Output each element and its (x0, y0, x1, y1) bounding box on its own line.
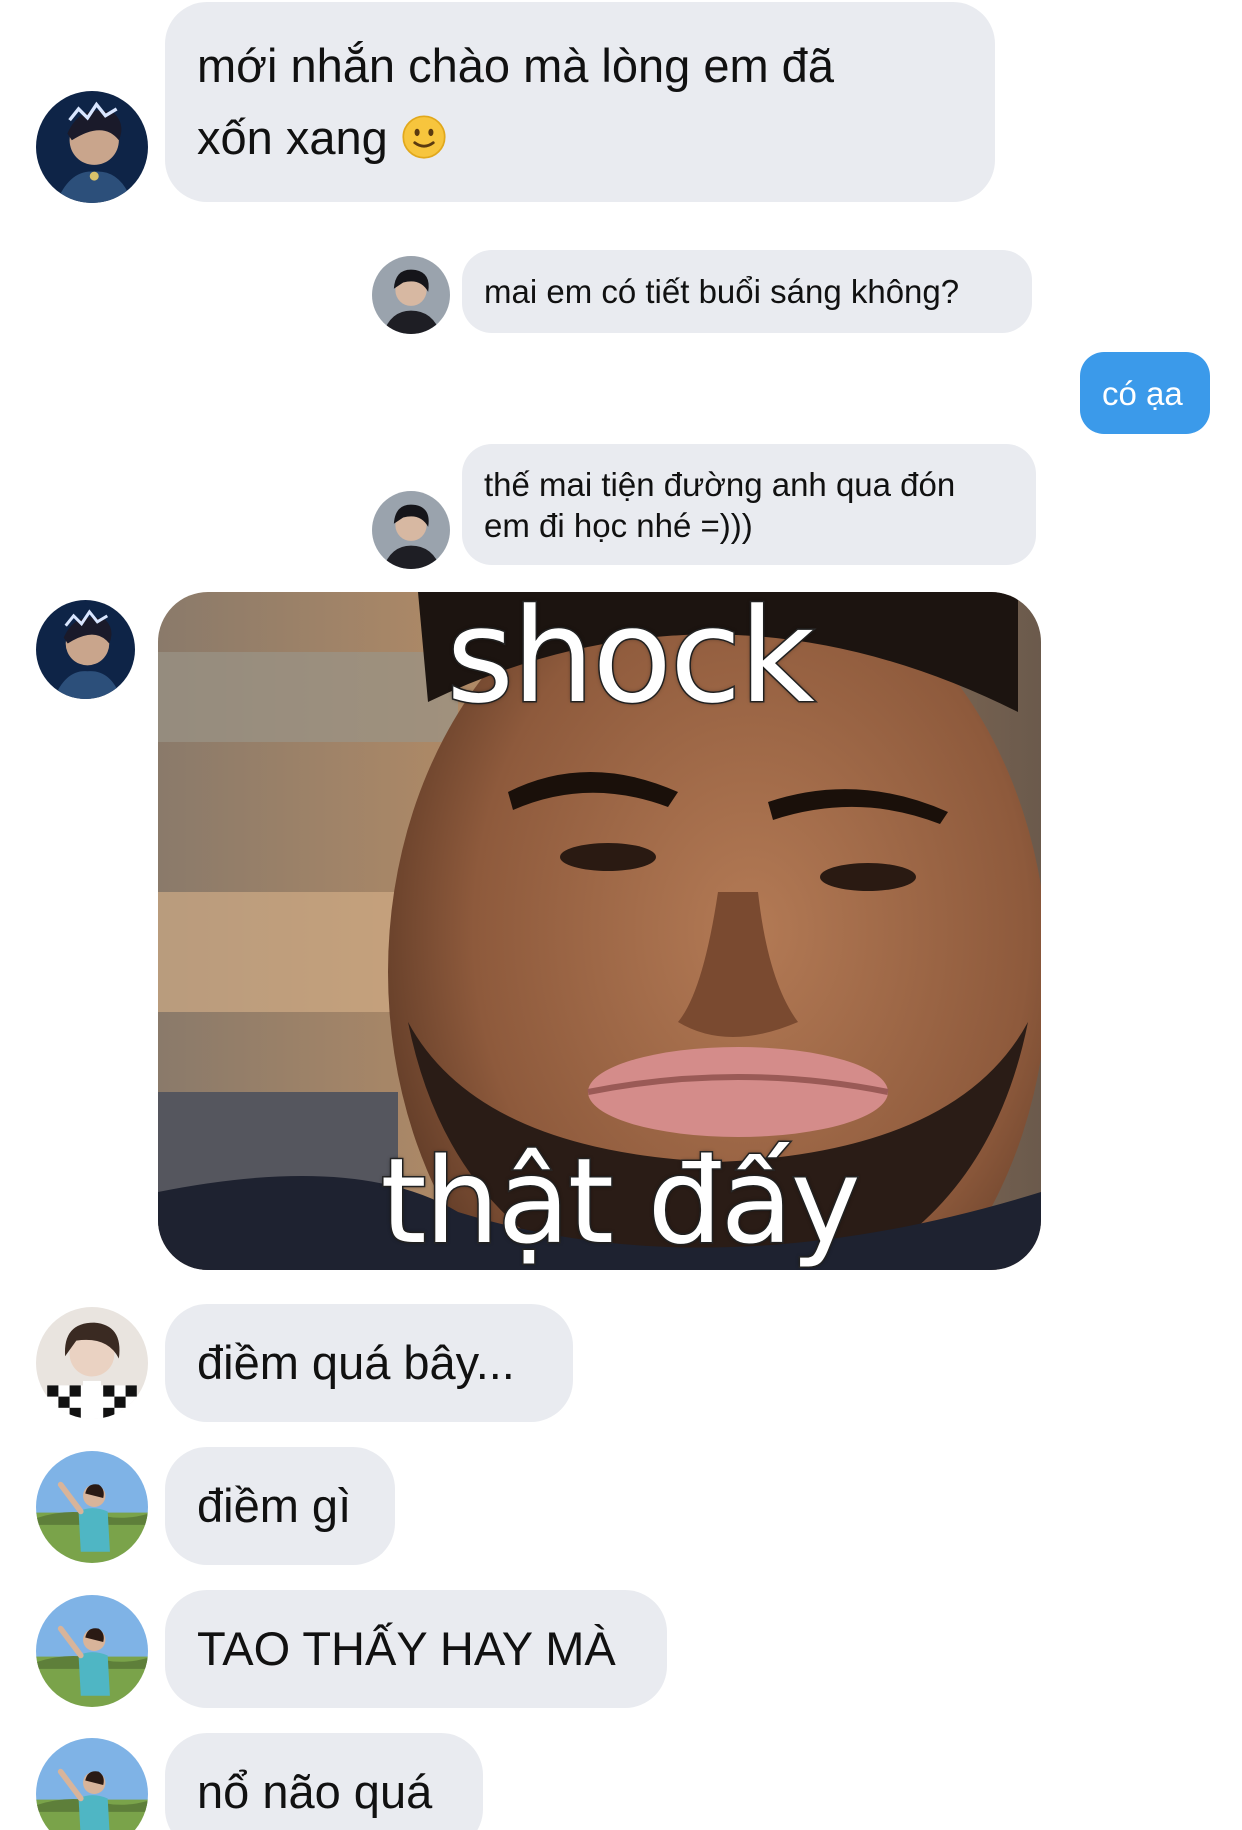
message-text: mới nhắn chào mà lòng em đã (197, 39, 834, 92)
avatar[interactable] (372, 491, 450, 569)
avatar[interactable] (36, 1451, 148, 1563)
message-text: mai em có tiết buổi sáng không? (484, 273, 960, 310)
message-text: có ạa (1102, 375, 1183, 412)
meme-caption-bottom: thật đấy (379, 1131, 862, 1271)
message-text: thế mai tiện đường anh qua đón (484, 466, 956, 503)
avatar[interactable] (36, 1738, 148, 1830)
avatar[interactable] (36, 1307, 148, 1419)
message-text: điềm gì (197, 1479, 352, 1532)
outgoing-message-bubble[interactable]: có ạa (1080, 352, 1210, 434)
message-bubble[interactable]: thế mai tiện đường anh qua đón em đi học… (462, 444, 1036, 565)
message-bubble[interactable]: điềm gì (165, 1447, 395, 1565)
slightly-smiling-face-icon (401, 114, 447, 160)
avatar[interactable] (372, 256, 450, 334)
message-bubble[interactable]: mới nhắn chào mà lòng em đã xốn xang (165, 2, 995, 202)
meme-image[interactable]: shock thật đấy (158, 592, 1041, 1270)
message-text: nổ não quá (197, 1765, 433, 1818)
message-text: điềm quá bây... (197, 1336, 515, 1389)
message-bubble[interactable]: mai em có tiết buổi sáng không? (462, 250, 1032, 333)
message-text: TAO THẤY HAY MÀ (197, 1622, 616, 1675)
message-bubble[interactable]: nổ não quá (165, 1733, 483, 1830)
message-text-line-2: xốn xang (197, 102, 963, 174)
avatar[interactable] (36, 91, 148, 203)
message-bubble[interactable]: TAO THẤY HAY MÀ (165, 1590, 667, 1708)
chat-screen: mới nhắn chào mà lòng em đã xốn xang mai… (0, 0, 1242, 1830)
avatar[interactable] (36, 600, 135, 699)
avatar[interactable] (36, 1595, 148, 1707)
message-text-line-2: em đi học nhé =))) (484, 507, 753, 544)
message-bubble[interactable]: điềm quá bây... (165, 1304, 573, 1422)
meme-caption-top: shock (445, 592, 816, 734)
